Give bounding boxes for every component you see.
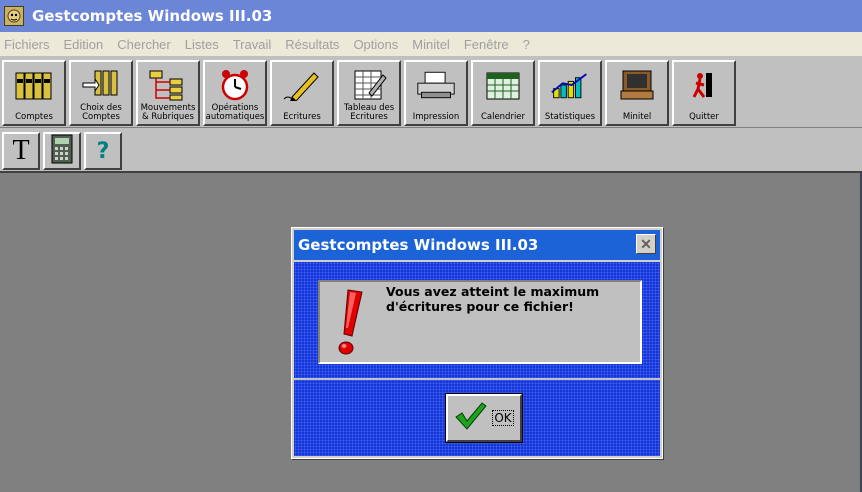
operations-automatiques-label: Opérations automatiques <box>205 103 265 122</box>
spreadsheet-icon <box>349 68 389 102</box>
close-icon: ✕ <box>640 235 652 252</box>
tableau-des-ecritures-button[interactable]: Tableau des Ecritures <box>337 60 401 126</box>
mouvements-rubriques-label: Mouvements & Rubriques <box>140 103 196 122</box>
choix-des-comptes-label: Choix des Comptes <box>80 103 122 122</box>
app-title-bar: Gestcomptes Windows III.03 <box>0 0 862 32</box>
calendrier-label: Calendrier <box>480 112 526 122</box>
comptes-label: Comptes <box>15 112 53 122</box>
calendrier-button[interactable]: Calendrier <box>471 60 535 126</box>
alert-dialog: Gestcomptes Windows III.03 ✕ Vous avez a… <box>291 227 663 459</box>
dialog-close-button[interactable]: ✕ <box>636 234 656 254</box>
message-panel: Vous avez atteint le maximum d'écritures… <box>318 280 642 364</box>
choix-des-comptes-button[interactable]: Choix des Comptes <box>69 60 133 126</box>
ok-button[interactable]: OK <box>445 393 523 443</box>
exclamation-icon <box>334 288 366 358</box>
text-t-icon: T <box>12 135 30 166</box>
help-question-icon: ? <box>96 138 110 164</box>
dialog-separator <box>294 378 660 380</box>
quitter-button[interactable]: Quitter <box>672 60 736 126</box>
menu-chercher[interactable]: Chercher <box>117 37 170 52</box>
exit-icon <box>684 68 724 102</box>
statistiques-button[interactable]: Statistiques <box>538 60 602 126</box>
menu-help[interactable]: ? <box>523 37 530 52</box>
dialog-message-line2: d'écritures pour ce fichier! <box>386 299 574 314</box>
secondary-toolbar: T ? <box>0 128 862 173</box>
statistiques-label: Statistiques <box>544 112 596 122</box>
menu-options[interactable]: Options <box>353 37 398 52</box>
printer-icon <box>416 68 456 102</box>
menu-edition[interactable]: Edition <box>64 37 104 52</box>
mouvements-rubriques-button[interactable]: Mouvements & Rubriques <box>136 60 200 126</box>
checkmark-icon <box>454 401 488 436</box>
impression-button[interactable]: Impression <box>404 60 468 126</box>
help-button[interactable]: ? <box>84 132 122 170</box>
text-button[interactable]: T <box>2 132 40 170</box>
menu-bar: Fichiers Edition Chercher Listes Travail… <box>0 32 862 56</box>
tree-icon <box>148 68 188 102</box>
minitel-label: Minitel <box>622 112 652 122</box>
alarm-clock-icon <box>215 68 255 102</box>
ecritures-button[interactable]: Ecritures <box>270 60 334 126</box>
minitel-button[interactable]: Minitel <box>605 60 669 126</box>
dialog-message-line1: Vous avez atteint le maximum <box>386 284 600 299</box>
operations-automatiques-button[interactable]: Opérations automatiques <box>203 60 267 126</box>
minitel-icon <box>617 68 657 102</box>
dialog-body: Vous avez atteint le maximum d'écritures… <box>294 262 660 456</box>
menu-fichiers[interactable]: Fichiers <box>4 37 50 52</box>
menu-travail[interactable]: Travail <box>233 37 272 52</box>
pen-icon <box>282 68 322 102</box>
menu-fenetre[interactable]: Fenêtre <box>464 37 509 52</box>
quitter-label: Quitter <box>689 112 719 122</box>
calculator-button[interactable] <box>43 132 81 170</box>
dialog-message: Vous avez atteint le maximum d'écritures… <box>386 284 599 314</box>
main-toolbar: Comptes Choix des Comptes Mouvements & R… <box>0 56 862 128</box>
calendar-icon <box>483 68 523 102</box>
app-title: Gestcomptes Windows III.03 <box>32 7 273 25</box>
calculator-icon <box>51 134 73 169</box>
ok-label: OK <box>492 410 514 426</box>
dialog-title: Gestcomptes Windows III.03 <box>298 236 539 254</box>
ledgers-icon <box>14 68 54 102</box>
menu-minitel[interactable]: Minitel <box>412 37 450 52</box>
hand-pointer-icon <box>81 68 121 102</box>
chart-icon <box>550 68 590 102</box>
menu-listes[interactable]: Listes <box>185 37 219 52</box>
ecritures-label: Ecritures <box>283 112 321 122</box>
comptes-button[interactable]: Comptes <box>2 60 66 126</box>
impression-label: Impression <box>412 112 460 122</box>
tableau-des-ecritures-label: Tableau des Ecritures <box>343 103 395 122</box>
menu-resultats[interactable]: Résultats <box>285 37 339 52</box>
app-icon[interactable] <box>4 6 24 26</box>
dialog-title-bar[interactable]: Gestcomptes Windows III.03 ✕ <box>294 230 660 260</box>
